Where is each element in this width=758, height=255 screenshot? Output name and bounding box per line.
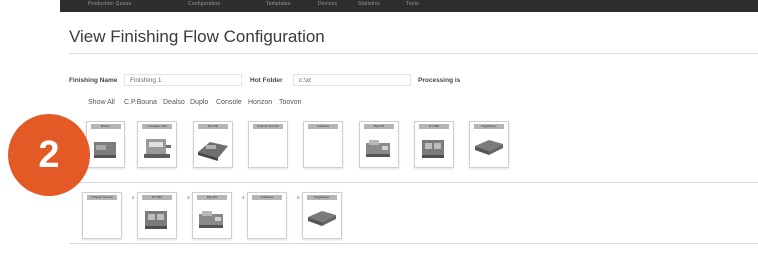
card-caption: Guillotine <box>308 124 338 129</box>
filter-cp-bourg[interactable]: C.P.Bouna <box>124 99 157 106</box>
flow-step-number: 5 <box>297 195 300 200</box>
top-nav-bar: Production Queue Configuration Templates… <box>60 0 758 12</box>
card-caption: 3 Panel Trimmer <box>253 124 283 129</box>
flow-card-step-5[interactable]: Pageflipper <box>302 192 342 239</box>
palette-card-pt180[interactable]: PT-180 <box>414 121 454 168</box>
card-caption: PT-180 <box>419 124 449 129</box>
folder-machine-icon <box>475 140 503 155</box>
card-caption: Pageflipper <box>474 124 504 129</box>
flow-card-step-4[interactable]: Guillotine <box>247 192 287 239</box>
filter-dealso[interactable]: Dealso <box>163 99 185 106</box>
title-divider <box>69 53 758 54</box>
filter-duplo[interactable]: Duplo <box>190 99 208 106</box>
card-caption: PT-180 <box>142 195 172 200</box>
card-caption: Laminator 390 <box>142 124 172 129</box>
card-caption: Pageflipper <box>307 195 337 200</box>
folder-machine-icon <box>308 211 336 226</box>
flow-card-step-1[interactable]: 3 Panel Trimmer <box>82 192 122 239</box>
flow-step-number: 4 <box>242 195 245 200</box>
palette-card-dc646[interactable]: DC-646 <box>193 121 233 168</box>
trimmer-machine-icon <box>145 211 167 229</box>
palette-card-laminator[interactable]: Laminator 390 <box>137 121 177 168</box>
flow-card-step-2[interactable]: PT-180 <box>137 192 177 239</box>
laminator-machine-icon <box>144 139 171 158</box>
card-caption: 3 Panel Trimmer <box>87 195 117 200</box>
nav-item-statistics[interactable]: Statistics <box>358 1 380 7</box>
nav-item-templates[interactable]: Templates <box>266 1 291 7</box>
palette-card-binder[interactable]: Binder <box>86 121 125 168</box>
card-caption: DC-646 <box>198 124 228 129</box>
palette-card-pageflipper[interactable]: Pageflipper <box>469 121 509 168</box>
callout-badge: 2 <box>8 114 90 196</box>
palette-card-bq470[interactable]: BQ-470 <box>359 121 399 168</box>
flow-top-divider <box>69 182 758 183</box>
binder-machine-icon <box>93 142 116 158</box>
flow-card-step-3[interactable]: BQ-470 <box>192 192 232 239</box>
filter-show-all[interactable]: Show All <box>88 99 115 106</box>
finishing-name-label: Finishing Name <box>69 77 118 84</box>
nav-item-devices[interactable]: Devices <box>318 1 337 7</box>
hot-folder-label: Hot Folder <box>250 77 283 84</box>
nav-item-production-queue[interactable]: Production Queue <box>88 1 132 7</box>
finishing-name-field[interactable]: Finishing 1 <box>124 74 242 86</box>
filter-toovon[interactable]: Toovon <box>279 99 302 106</box>
nav-item-tools[interactable]: Tools <box>406 1 419 7</box>
card-caption: BQ-470 <box>197 195 227 200</box>
filter-horizon[interactable]: Horizon <box>248 99 272 106</box>
perfect-binder-icon <box>366 140 390 157</box>
nav-item-configuration[interactable]: Configuration <box>188 1 220 7</box>
perfect-binder-icon <box>199 211 223 228</box>
card-caption: Guillotine <box>252 195 282 200</box>
filter-console[interactable]: Console <box>216 99 242 106</box>
hot-folder-field[interactable]: c:\xt <box>293 74 411 86</box>
cutter-machine-icon <box>198 142 228 161</box>
palette-card-guillotine[interactable]: Guillotine <box>303 121 343 168</box>
palette-card-3-panel-trimmer[interactable]: 3 Panel Trimmer <box>248 121 288 168</box>
card-caption: Binder <box>90 124 121 129</box>
card-caption: BQ-470 <box>364 124 394 129</box>
page-title: View Finishing Flow Configuration <box>69 27 325 46</box>
flow-step-number: 2 <box>132 195 135 200</box>
trimmer-machine-icon <box>422 140 444 158</box>
flow-step-number: 3 <box>187 195 190 200</box>
processing-label: Processing is <box>418 77 461 84</box>
flow-bottom-divider <box>69 243 758 244</box>
